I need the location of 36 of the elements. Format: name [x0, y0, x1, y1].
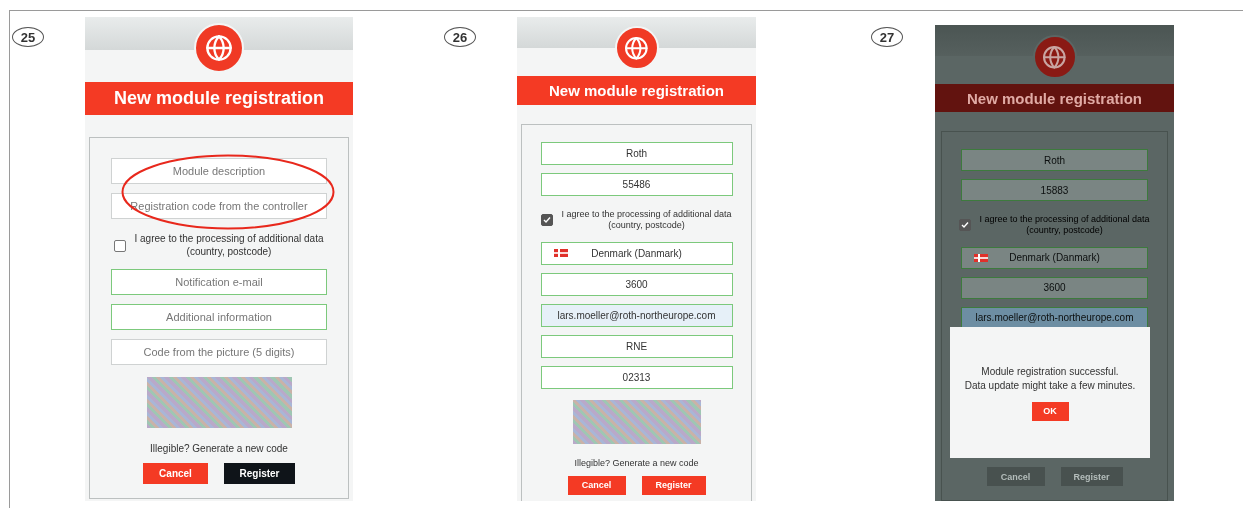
register-button[interactable]: Register: [224, 463, 295, 484]
input-field[interactable]: Registration code from the controller: [111, 193, 327, 219]
flag-icon: [553, 249, 568, 257]
input-field[interactable]: 3600: [540, 272, 733, 296]
input-field[interactable]: Roth: [540, 142, 733, 165]
input-field[interactable]: 02313: [540, 365, 733, 389]
consent-label: I agree to the processing of additional data (country, postcode): [134, 233, 324, 258]
input-field[interactable]: lars.moeller@roth-northeurope.com: [961, 306, 1148, 329]
dialog-message: Module registration successful. Data update might take a few minutes.: [964, 364, 1136, 393]
checkbox[interactable]: [959, 219, 972, 232]
new-code-link[interactable]: Illegible? Generate a new code: [150, 443, 288, 454]
flag-icon: [974, 253, 988, 262]
country-select[interactable]: Denmark (Danmark): [961, 246, 1148, 269]
input-field[interactable]: 15883: [961, 179, 1148, 201]
new-code-link[interactable]: Illegible? Generate a new code: [574, 457, 699, 468]
register-button[interactable]: Register: [641, 475, 706, 495]
consent-label: I agree to the processing of additional data (country, postcode): [561, 209, 732, 232]
page-title: New module registration: [935, 84, 1174, 112]
cancel-button[interactable]: Cancel: [567, 475, 626, 495]
input-field[interactable]: lars.moeller@roth-northeurope.com: [540, 303, 733, 327]
cancel-button[interactable]: Cancel: [143, 463, 208, 484]
input-field[interactable]: Code from the picture (5 digits): [111, 339, 327, 365]
input-field[interactable]: Notification e-mail: [111, 269, 327, 295]
ok-button[interactable]: OK: [1031, 401, 1069, 421]
country-select[interactable]: Denmark (Danmark): [540, 241, 733, 265]
input-field[interactable]: RNE: [540, 334, 733, 358]
input-field[interactable]: Roth: [961, 149, 1148, 171]
consent-label: I agree to the processing of additional data (country, postcode): [979, 214, 1150, 237]
input-field[interactable]: Additional information: [111, 304, 327, 330]
checkbox[interactable]: [114, 239, 127, 252]
input-field[interactable]: 3600: [961, 276, 1148, 299]
page-title: New module registration: [85, 82, 353, 115]
input-field[interactable]: 55486: [540, 173, 733, 196]
checkbox[interactable]: [541, 214, 554, 227]
page-title: New module registration: [517, 76, 756, 105]
input-field[interactable]: Module description: [111, 158, 327, 184]
